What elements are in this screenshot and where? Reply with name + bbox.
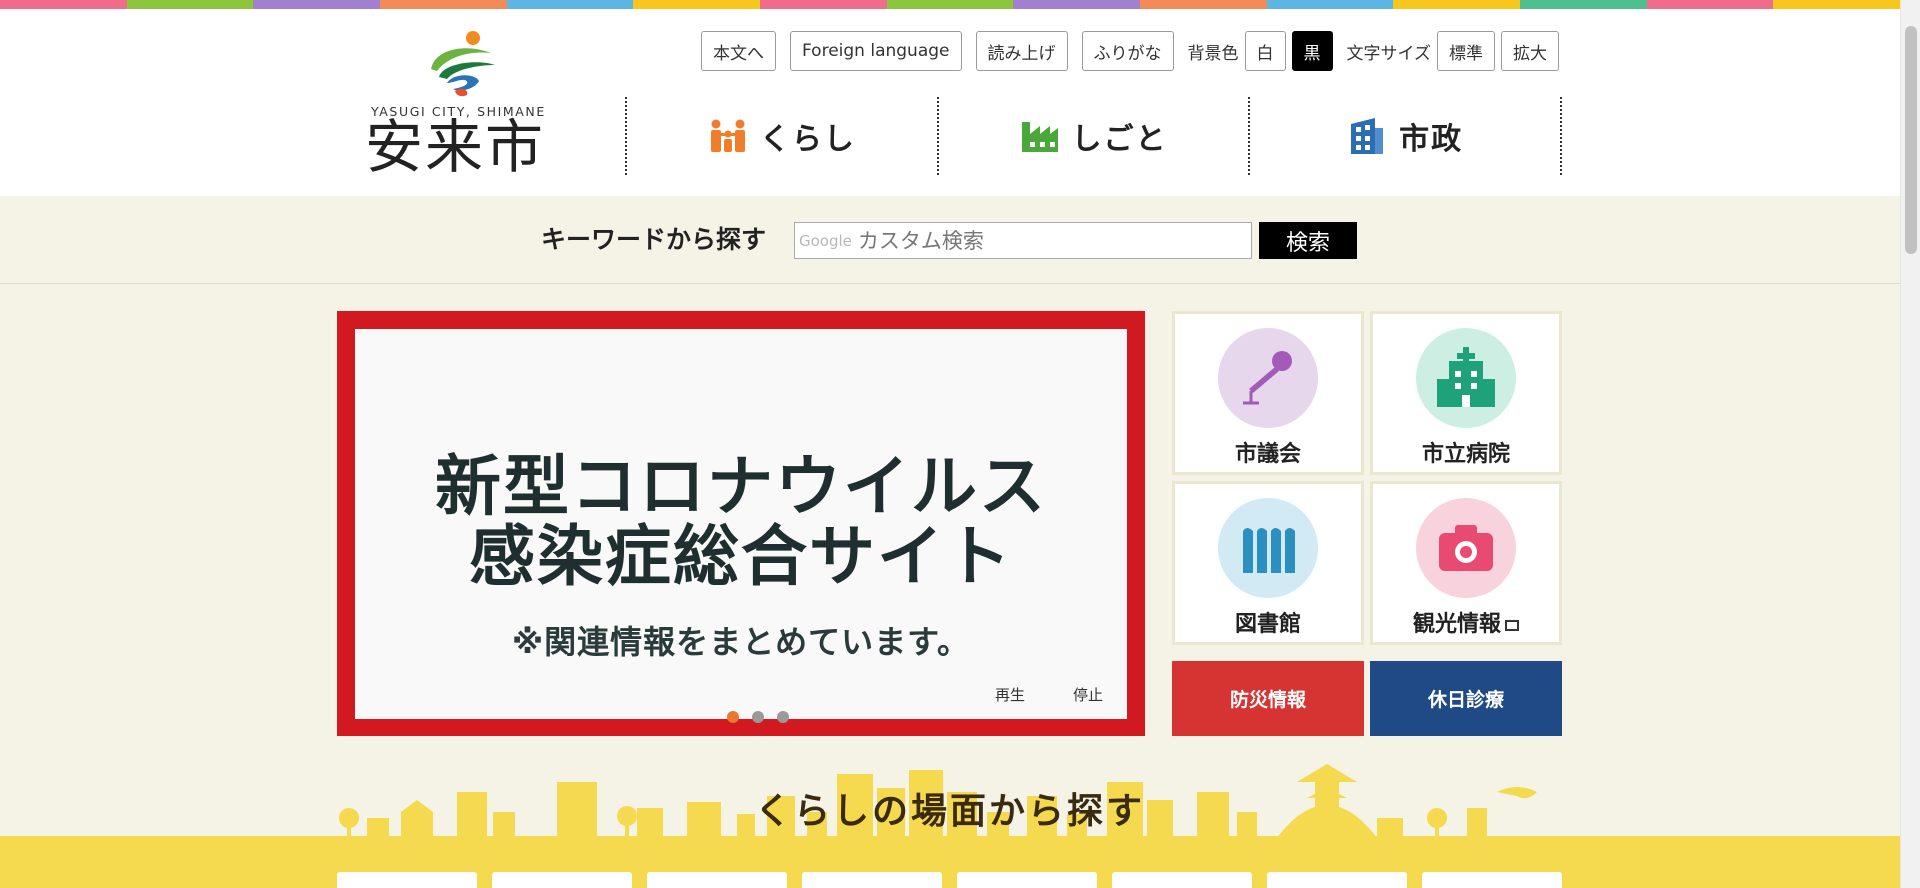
color-strip-segment [0, 0, 127, 9]
slider-dot[interactable] [752, 711, 764, 723]
camera-icon [1416, 498, 1516, 598]
color-strip-segment [380, 0, 507, 9]
font-large-button[interactable]: 拡大 [1501, 31, 1559, 71]
color-strip-segment [886, 0, 1014, 9]
tile-label: 市立病院 [1421, 442, 1510, 467]
bg-black-button[interactable]: 黒 [1291, 31, 1333, 71]
bg-white-button[interactable]: 白 [1244, 31, 1286, 71]
family-icon [710, 119, 745, 152]
category-card[interactable] [1112, 872, 1252, 888]
slider-stop-button[interactable]: 停止 [1073, 684, 1103, 705]
category-card[interactable] [1267, 872, 1407, 888]
covid-banner[interactable]: 新型コロナウイルス 感染症総合サイト ※関連情報をまとめています。 再生 停止 [337, 311, 1145, 736]
bosai-info-button[interactable]: 防災情報 [1172, 661, 1364, 736]
read-aloud-button[interactable]: 読み上げ [975, 31, 1068, 71]
factory-icon [1021, 122, 1058, 152]
category-card[interactable] [957, 872, 1097, 888]
google-mark: Google [799, 231, 852, 250]
page-scrollbar[interactable] [1900, 0, 1920, 888]
tile-council[interactable]: 市議会 [1172, 311, 1364, 475]
books-icon [1218, 498, 1318, 598]
tile-label: 市議会 [1234, 442, 1301, 467]
nav-label: しごと [1071, 122, 1168, 157]
search-label: キーワードから探す [541, 225, 767, 254]
category-card[interactable] [1422, 872, 1562, 888]
bg-color-label: 背景色 [1187, 43, 1239, 64]
scrollbar-thumb[interactable] [1905, 26, 1917, 254]
banner-note: ※関連情報をまとめています。 [512, 623, 970, 661]
color-strip-segment [1140, 0, 1267, 9]
tile-tourism[interactable]: 観光情報 [1370, 481, 1562, 645]
font-standard-button[interactable]: 標準 [1437, 31, 1495, 71]
color-strip-segment [633, 0, 761, 9]
microphone-icon [1218, 328, 1318, 428]
slider-dot[interactable] [727, 711, 739, 723]
category-card[interactable] [802, 872, 942, 888]
tile-library[interactable]: 図書館 [1172, 481, 1364, 645]
nav-item-shisei[interactable]: 市政 [1250, 97, 1563, 175]
color-strip-segment [1013, 0, 1141, 9]
skip-to-content-button[interactable]: 本文へ [701, 31, 776, 71]
color-strip-segment [126, 0, 254, 9]
foreign-language-button[interactable]: Foreign language [790, 31, 962, 71]
top-color-strip [0, 0, 1901, 9]
main-nav: くらし しごと 市政 [625, 97, 1563, 175]
furigana-button[interactable]: ふりがな [1081, 31, 1174, 71]
category-card[interactable] [647, 872, 787, 888]
color-strip-segment [1393, 0, 1521, 9]
tile-label: 観光情報 [1373, 606, 1559, 638]
search-button[interactable]: 検索 [1259, 222, 1357, 259]
tile-label: 図書館 [1234, 612, 1301, 637]
color-strip-segment [1520, 0, 1647, 9]
site-logo[interactable]: YASUGI CITY, SHIMANE 安来市 [365, 29, 565, 179]
nav-item-shigoto[interactable]: しごと [939, 97, 1251, 175]
section-background [0, 836, 1900, 888]
slider-dot[interactable] [777, 711, 789, 723]
logo-name: 安来市 [365, 113, 546, 181]
font-size-label: 文字サイズ [1346, 43, 1432, 64]
category-card[interactable] [337, 872, 477, 888]
search-box[interactable]: Google [794, 222, 1252, 259]
utility-bar: 本文へ Foreign language 読み上げ ふりがな 背景色 白 黒 文… [701, 31, 1559, 71]
city-hall-icon [1351, 118, 1384, 154]
search-band: キーワードから探す Google 検索 [0, 196, 1900, 284]
color-strip-segment [253, 0, 381, 9]
banner-title-line2: 感染症総合サイト [469, 518, 1013, 595]
tile-hospital[interactable]: 市立病院 [1370, 311, 1562, 475]
holiday-clinic-button[interactable]: 休日診療 [1370, 661, 1562, 736]
category-card[interactable] [492, 872, 632, 888]
external-link-icon [1505, 620, 1519, 631]
color-strip-segment [760, 0, 887, 9]
nav-label: 市政 [1399, 122, 1464, 157]
nav-item-kurashi[interactable]: くらし [627, 97, 939, 175]
search-input[interactable] [857, 228, 1238, 253]
color-strip-segment [1773, 0, 1901, 9]
section-title: くらしの場面から探す [754, 791, 1145, 832]
banner-slide: 新型コロナウイルス 感染症総合サイト ※関連情報をまとめています。 再生 停止 [355, 329, 1127, 723]
color-strip-segment [1646, 0, 1774, 9]
color-strip-segment [506, 0, 634, 9]
slider-dots [727, 711, 789, 723]
color-strip-segment [1266, 0, 1394, 9]
nav-label: くらし [759, 122, 856, 157]
slider-play-button[interactable]: 再生 [995, 684, 1025, 705]
hospital-icon [1416, 328, 1516, 428]
site-header: YASUGI CITY, SHIMANE 安来市 本文へ Foreign lan… [0, 9, 1900, 196]
city-emblem-icon [431, 31, 495, 97]
